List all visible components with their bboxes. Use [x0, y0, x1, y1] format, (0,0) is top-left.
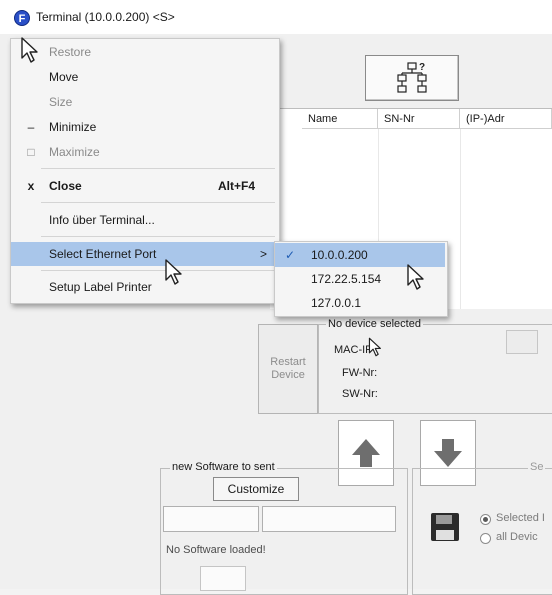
column-header-name[interactable]: Name: [302, 109, 378, 129]
menu-item-maximize[interactable]: □ Maximize: [11, 140, 277, 164]
close-icon: x: [27, 179, 35, 193]
sw-nr-label: SW-Nr:: [342, 388, 378, 400]
network-search-button[interactable]: ?: [365, 55, 459, 101]
column-header-ip[interactable]: (IP-)Adr: [460, 109, 552, 129]
menu-item-move[interactable]: Move: [11, 65, 277, 89]
menu-item-select-ethernet-port[interactable]: Select Ethernet Port >: [11, 242, 277, 266]
submenu-arrow-icon: >: [259, 247, 267, 261]
app-icon[interactable]: F: [14, 10, 30, 26]
radio-selected-devices[interactable]: [480, 514, 491, 525]
device-action-button[interactable]: [506, 330, 538, 354]
menu-separator: [41, 202, 275, 203]
menu-separator: [41, 236, 275, 237]
mouse-pointer-icon: [368, 337, 381, 357]
menu-separator: [41, 168, 275, 169]
software-status: No Software loaded!: [166, 544, 266, 556]
maximize-icon: □: [27, 145, 35, 159]
radio-all-label: all Devic: [496, 531, 538, 543]
radio-selected-label: Selected I: [496, 512, 545, 524]
new-software-group-title: new Software to sent: [170, 461, 277, 473]
network-search-icon: ?: [397, 62, 427, 93]
menu-shortcut: Alt+F4: [217, 179, 255, 193]
mouse-pointer-icon: [165, 259, 182, 285]
submenu-item-port[interactable]: 127.0.0.1: [275, 291, 445, 315]
down-arrow-icon: [434, 439, 462, 467]
menu-item-label: Close: [49, 179, 82, 193]
menu-item-label: Minimize: [49, 120, 97, 134]
menu-item-label: Select Ethernet Port: [49, 247, 157, 261]
send-group-title: Se: [528, 461, 546, 473]
menu-item-label: Info über Terminal...: [49, 213, 155, 227]
checkmark-icon: ✓: [285, 248, 296, 262]
menu-item-close[interactable]: x Close Alt+F4: [11, 174, 277, 198]
radio-all-devices[interactable]: [480, 533, 491, 544]
submenu-item-label: 172.22.5.154: [311, 272, 382, 286]
submenu-item-label: 10.0.0.200: [311, 248, 368, 262]
device-status-label: No device selected: [326, 318, 423, 330]
menu-item-label: Move: [49, 70, 79, 84]
up-arrow-icon: [352, 439, 380, 467]
svg-text:?: ?: [419, 62, 425, 73]
restart-device-label: Restart Device: [270, 356, 306, 381]
restart-device-button[interactable]: Restart Device: [258, 324, 318, 414]
fw-nr-label: FW-Nr:: [342, 367, 378, 379]
menu-item-label: Size: [49, 95, 73, 109]
software-preview: [200, 566, 246, 591]
mac-ip-label: MAC-IP: [334, 344, 373, 356]
menu-separator: [41, 270, 275, 271]
menu-item-label: Restore: [49, 45, 92, 59]
title-bar[interactable]: F Terminal (10.0.0.200) <S>: [0, 0, 552, 35]
column-divider: [460, 129, 461, 309]
submenu-item-label: 127.0.0.1: [311, 296, 362, 310]
menu-item-restore[interactable]: Restore: [11, 40, 277, 64]
mouse-pointer-icon: [21, 37, 38, 63]
floppy-disk-icon: [431, 513, 459, 541]
menu-item-size[interactable]: Size: [11, 90, 277, 114]
menu-item-label: Maximize: [49, 145, 100, 159]
menu-item-info[interactable]: Info über Terminal...: [11, 208, 277, 232]
menu-item-setup-label-printer[interactable]: Setup Label Printer: [11, 275, 277, 299]
menu-item-label: Setup Label Printer: [49, 280, 152, 294]
mouse-pointer-icon: [407, 264, 424, 290]
software-field-2[interactable]: [262, 506, 396, 532]
system-menu: Restore Move Size ‒ Minimize □ Maximize …: [10, 38, 280, 304]
software-field-1[interactable]: [163, 506, 259, 532]
column-header-sn[interactable]: SN-Nr: [378, 109, 460, 129]
window-title: Terminal (10.0.0.200) <S>: [36, 10, 175, 24]
minimize-icon: ‒: [27, 120, 35, 134]
menu-item-minimize[interactable]: ‒ Minimize: [11, 115, 277, 139]
customize-button[interactable]: Customize: [213, 477, 299, 501]
